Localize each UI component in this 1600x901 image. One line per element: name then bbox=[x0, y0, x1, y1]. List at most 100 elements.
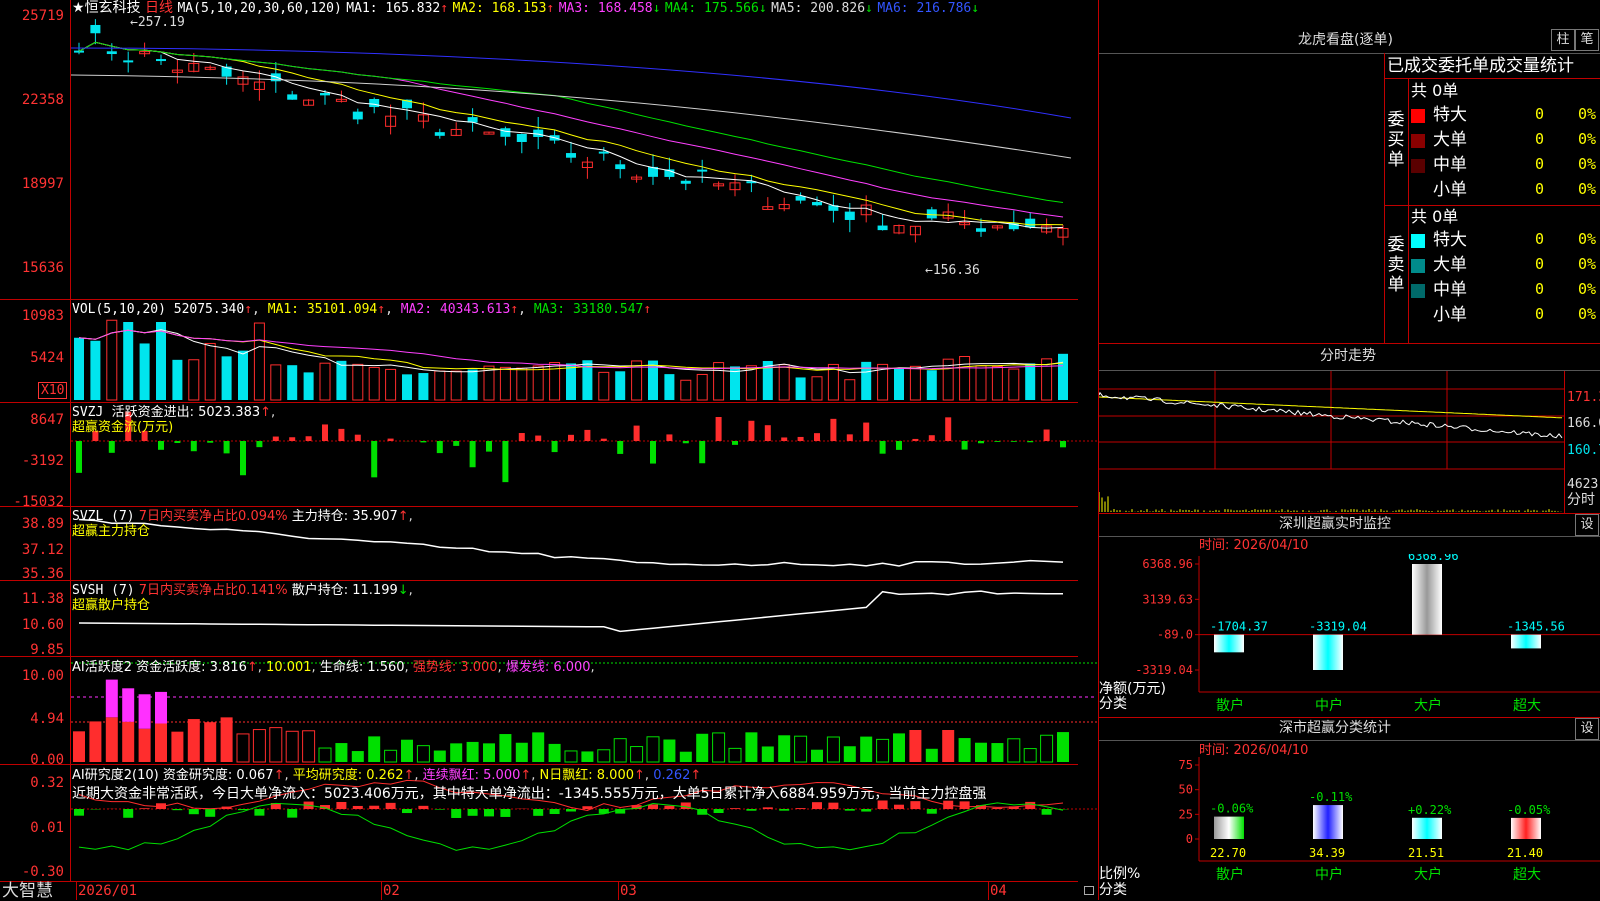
volume-bar bbox=[992, 367, 1002, 400]
divider bbox=[1384, 53, 1385, 343]
intraday-panel[interactable]: 分时走势 171.3 166.0 160.7 4623 分时 bbox=[1099, 344, 1600, 514]
candle bbox=[353, 112, 363, 120]
m-buy-swatch bbox=[1411, 159, 1425, 173]
tab-orders[interactable]: 委托单 bbox=[1438, 56, 1489, 76]
candle bbox=[681, 181, 691, 184]
activity-bar bbox=[926, 749, 938, 762]
research-bar bbox=[779, 809, 789, 811]
research-bar bbox=[189, 809, 199, 814]
activity-bar bbox=[319, 748, 331, 762]
y-label: 5424 bbox=[0, 350, 64, 366]
monitor-settings-button[interactable]: 设 bbox=[1575, 514, 1599, 536]
candle bbox=[156, 59, 166, 61]
research-bar bbox=[533, 809, 543, 816]
period-label[interactable]: 日线 bbox=[145, 0, 173, 16]
svsh-header: SVSH (7) 7日内买卖净占比0.141% 散户持仓: 11.199↓, bbox=[72, 583, 413, 598]
buy-total: 共 0单 bbox=[1411, 81, 1458, 101]
bar-sub-label: 22.70 bbox=[1210, 846, 1246, 860]
row-pct: 0% bbox=[1578, 257, 1596, 272]
category-bar bbox=[1412, 818, 1442, 839]
activity-bar bbox=[73, 731, 85, 762]
activity-bar bbox=[155, 723, 167, 762]
candle bbox=[812, 202, 822, 205]
activity-bar bbox=[778, 735, 790, 762]
research-bar bbox=[500, 809, 510, 817]
activity-bar bbox=[680, 752, 692, 762]
flow-bar bbox=[486, 441, 492, 452]
ai-summary-text: 近期大资金非常活跃，今日大单净流入：5023.406万元，其中特大单净流出：-1… bbox=[72, 787, 986, 802]
lhb-title: 龙虎看盘(逐单) bbox=[1298, 33, 1393, 48]
tab-volume-stats[interactable]: 成交量统计 bbox=[1489, 56, 1574, 76]
flow-bar bbox=[912, 439, 918, 441]
y-tick-label: 3139.63 bbox=[1142, 592, 1193, 606]
flow-bar bbox=[240, 441, 246, 475]
volume-bar bbox=[336, 361, 346, 400]
monitor-bar-chart[interactable]: 6368.963139.63-89.0-3319.04-1704.37散户-33… bbox=[1099, 554, 1600, 717]
ma6-value: MA6: 216.786 bbox=[877, 1, 971, 16]
flow-bar bbox=[437, 441, 443, 453]
research-bar bbox=[353, 806, 363, 809]
flow-bar bbox=[683, 441, 689, 443]
flow-bar bbox=[716, 417, 722, 441]
flow-bar bbox=[76, 441, 82, 473]
star-icon[interactable]: ★ bbox=[72, 0, 85, 16]
activity-bar bbox=[811, 750, 823, 762]
y-label: -3192 bbox=[0, 453, 64, 469]
monitor-xlabel: 分类 bbox=[1099, 697, 1127, 712]
flow-bar bbox=[896, 441, 902, 450]
activity-bar bbox=[139, 729, 151, 762]
flow-bar bbox=[634, 426, 640, 441]
brand-logo[interactable]: 大智慧 bbox=[2, 882, 53, 900]
row-name: 特大 bbox=[1433, 230, 1467, 250]
research-bar bbox=[648, 804, 658, 809]
flow-bar bbox=[601, 439, 607, 441]
divider bbox=[1099, 536, 1600, 537]
activity-bar bbox=[581, 751, 593, 762]
flow-bar bbox=[355, 435, 361, 441]
ma1-value: MA1: 165.832 bbox=[346, 1, 440, 16]
row-pct: 0% bbox=[1578, 232, 1596, 247]
research-bar bbox=[1042, 809, 1052, 815]
tab-filled[interactable]: 已成交 bbox=[1387, 56, 1438, 76]
ma1-arrow: ↑ bbox=[440, 1, 448, 16]
volume-bar bbox=[222, 356, 232, 400]
activity-bar bbox=[106, 717, 118, 762]
lock-icon[interactable] bbox=[1084, 886, 1094, 895]
volume-bar bbox=[238, 351, 248, 400]
flow-bar bbox=[519, 433, 525, 441]
chart-area[interactable]: ★恒玄科技 日线 MA(5,10,20,30,60,120) MA1: 165.… bbox=[0, 0, 1078, 900]
stats-settings-button[interactable]: 设 bbox=[1575, 718, 1599, 740]
y-label: 8647 bbox=[0, 412, 64, 428]
stats-bar-chart[interactable]: 7550250-0.06%22.70散户-0.11%34.39中户+0.22%2… bbox=[1099, 757, 1600, 900]
volume-bar bbox=[484, 366, 494, 400]
y-tick-label: -3319.04 bbox=[1135, 663, 1193, 677]
research-bar bbox=[861, 809, 871, 812]
volume-bar bbox=[566, 363, 576, 400]
y-label: 37.12 bbox=[0, 542, 64, 558]
tick-mode-button[interactable]: 笔 bbox=[1575, 29, 1599, 51]
candlestick-chart[interactable] bbox=[71, 0, 1097, 299]
research-bar bbox=[140, 808, 150, 809]
divider bbox=[1564, 371, 1565, 513]
intraday-chart[interactable] bbox=[1099, 371, 1564, 513]
flow-bar bbox=[388, 439, 394, 441]
flow-bar bbox=[584, 430, 590, 441]
volume-bar bbox=[960, 356, 970, 400]
row-name: 中单 bbox=[1433, 155, 1467, 175]
y-label: 4.94 bbox=[0, 711, 64, 727]
activity-bar bbox=[909, 730, 921, 762]
stats-ylabel: 比例% bbox=[1099, 867, 1140, 882]
y-label: 15636 bbox=[0, 260, 64, 276]
activity-bar bbox=[237, 734, 249, 762]
lhb-tabs: 已成交委托单成交量统计 bbox=[1387, 56, 1574, 76]
volume-bar bbox=[779, 365, 789, 400]
activity-bar bbox=[663, 740, 675, 762]
bar-mode-button[interactable]: 柱 bbox=[1551, 29, 1575, 51]
activity-bar bbox=[893, 733, 905, 762]
volume-bar bbox=[910, 366, 920, 400]
y-label: 25719 bbox=[0, 8, 64, 24]
ai2-header: AI研究度2(10) 资金研究度: 0.067↑, 平均研究度: 0.262↑,… bbox=[72, 768, 701, 783]
l-sell-swatch bbox=[1411, 259, 1425, 273]
ma4-value: MA4: 175.566 bbox=[665, 1, 759, 16]
volume-bar bbox=[304, 372, 314, 400]
